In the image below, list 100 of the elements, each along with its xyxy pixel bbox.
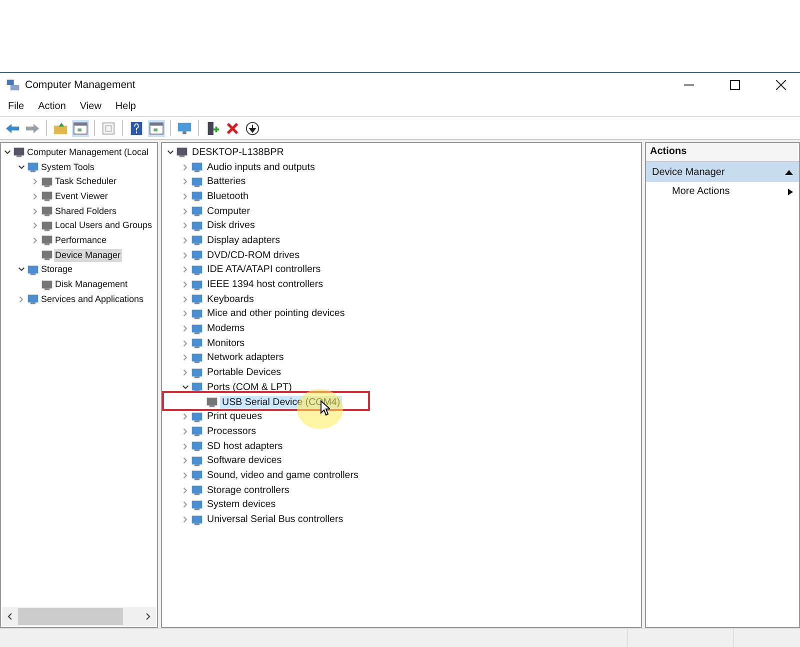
tree-item[interactable]: Performance <box>54 234 108 247</box>
expanded-chevron-icon[interactable] <box>18 164 25 171</box>
console-tree-icon[interactable] <box>72 120 89 136</box>
tree-item[interactable]: System devices <box>205 498 278 512</box>
computer-icon <box>176 146 188 158</box>
collapsed-chevron-icon[interactable] <box>182 178 189 186</box>
tree-item[interactable]: Modems <box>205 322 247 336</box>
collapsed-chevron-icon[interactable] <box>182 252 189 259</box>
tree-item[interactable]: Processors <box>205 424 258 438</box>
collapsed-chevron-icon[interactable] <box>182 310 189 318</box>
collapsed-chevron-icon[interactable] <box>182 486 189 494</box>
collapsed-chevron-icon[interactable] <box>32 236 39 244</box>
properties-icon[interactable] <box>100 120 117 136</box>
tree-item[interactable]: Portable Devices <box>205 366 284 380</box>
collapsed-chevron-icon[interactable] <box>182 192 189 200</box>
expanded-chevron-icon[interactable] <box>4 148 11 156</box>
action-link[interactable]: More Actions <box>672 186 730 197</box>
device-icon <box>191 308 203 320</box>
device-icon <box>191 469 203 482</box>
device-icon <box>191 381 203 394</box>
collapsed-chevron-icon[interactable] <box>32 192 39 200</box>
tree-item[interactable]: Keyboards <box>205 292 256 306</box>
tree-item[interactable]: IEEE 1394 host controllers <box>205 278 325 292</box>
tree-item[interactable]: DVD/CD-ROM drives <box>205 248 302 262</box>
collapsed-chevron-icon[interactable] <box>32 208 39 215</box>
collapsed-chevron-icon[interactable] <box>182 325 189 332</box>
tree-item[interactable]: Task Scheduler <box>54 175 118 188</box>
collapsed-chevron-icon[interactable] <box>32 178 39 186</box>
close-icon[interactable] <box>776 80 786 90</box>
tree-item[interactable]: Network adapters <box>205 351 286 364</box>
collapsed-chevron-icon[interactable] <box>182 236 189 244</box>
menu-item[interactable]: View <box>80 101 102 112</box>
collapsed-chevron-icon[interactable] <box>182 281 189 288</box>
tree-item[interactable]: Display adapters <box>205 234 282 247</box>
collapse-triangle-icon[interactable] <box>785 169 793 175</box>
tree-item[interactable]: Disk drives <box>205 219 257 232</box>
device-icon <box>191 322 203 335</box>
tree-item[interactable]: Event Viewer <box>54 190 109 203</box>
download-circle-icon[interactable] <box>244 120 261 136</box>
collapsed-chevron-icon[interactable] <box>182 501 189 508</box>
action-pane-icon[interactable] <box>148 120 165 136</box>
tree-item[interactable]: Sound, video and game controllers <box>205 468 360 482</box>
actions-section[interactable]: Device Manager <box>646 162 799 182</box>
collapsed-chevron-icon[interactable] <box>182 164 189 171</box>
tree-item[interactable]: DESKTOP-L138BPR <box>190 146 286 159</box>
device-icon <box>27 264 39 276</box>
tree-item[interactable]: Ports (COM & LPT) <box>205 380 294 394</box>
collapsed-chevron-icon[interactable] <box>182 516 189 524</box>
tree-item[interactable]: Monitors <box>205 336 247 350</box>
tree-item[interactable]: Universal Serial Bus controllers <box>205 513 346 526</box>
collapsed-chevron-icon[interactable] <box>182 266 189 274</box>
tree-item[interactable]: Bluetooth <box>205 190 250 203</box>
collapsed-chevron-icon[interactable] <box>182 413 189 420</box>
scroll-thumb[interactable] <box>18 608 123 625</box>
tree-item[interactable]: Audio inputs and outputs <box>205 160 317 174</box>
collapsed-chevron-icon[interactable] <box>182 208 189 215</box>
tree-item[interactable]: Shared Folders <box>54 204 118 218</box>
tree-item[interactable]: Print queues <box>205 410 264 424</box>
collapsed-chevron-icon[interactable] <box>182 428 189 435</box>
tree-item[interactable]: Computer Management (Local <box>26 146 150 159</box>
collapsed-chevron-icon[interactable] <box>182 296 189 303</box>
collapsed-chevron-icon[interactable] <box>182 472 189 479</box>
tree-item[interactable]: Storage <box>40 263 74 276</box>
tree-item[interactable]: Batteries <box>205 175 248 188</box>
maximize-icon[interactable] <box>730 80 740 90</box>
device-icon <box>41 278 53 291</box>
submenu-arrow-icon[interactable] <box>788 188 793 196</box>
collapsed-chevron-icon[interactable] <box>182 442 189 450</box>
tree-item[interactable]: Services and Applications <box>40 292 145 306</box>
expanded-chevron-icon[interactable] <box>167 148 174 156</box>
tree-item[interactable]: Device Manager <box>54 248 122 262</box>
collapsed-chevron-icon[interactable] <box>18 296 25 303</box>
help-icon[interactable] <box>128 120 145 136</box>
device-icon <box>191 220 203 232</box>
collapsed-chevron-icon[interactable] <box>182 340 189 347</box>
device-icon <box>27 161 39 174</box>
device-icon <box>191 352 203 364</box>
expanded-chevron-icon[interactable] <box>18 266 25 274</box>
menu-item[interactable]: Action <box>38 101 66 112</box>
actions-header: Actions <box>646 143 799 162</box>
tree-item[interactable]: System Tools <box>40 160 96 174</box>
collapsed-chevron-icon[interactable] <box>182 369 189 376</box>
tree-item[interactable]: Computer <box>205 204 252 218</box>
collapsed-chevron-icon[interactable] <box>182 354 189 362</box>
tree-item[interactable]: IDE ATA/ATAPI controllers <box>205 263 323 276</box>
tree-item[interactable]: SD host adapters <box>205 440 285 453</box>
tree-item[interactable]: Local Users and Groups <box>54 219 154 232</box>
menu-item[interactable]: File <box>8 101 24 112</box>
collapsed-chevron-icon[interactable] <box>182 457 189 464</box>
horizontal-scrollbar[interactable] <box>2 607 156 626</box>
tree-item[interactable]: Storage controllers <box>205 484 292 497</box>
tree-item[interactable]: Mice and other pointing devices <box>205 307 347 320</box>
collapsed-chevron-icon[interactable] <box>182 222 189 230</box>
tree-item[interactable]: Disk Management <box>54 278 129 292</box>
collapsed-chevron-icon[interactable] <box>32 222 39 230</box>
tree-item[interactable]: Software devices <box>205 454 284 468</box>
expanded-chevron-icon[interactable] <box>182 384 189 391</box>
menu-item[interactable]: Help <box>115 101 136 112</box>
device-icon <box>191 498 203 511</box>
computer-management-icon <box>6 78 20 92</box>
